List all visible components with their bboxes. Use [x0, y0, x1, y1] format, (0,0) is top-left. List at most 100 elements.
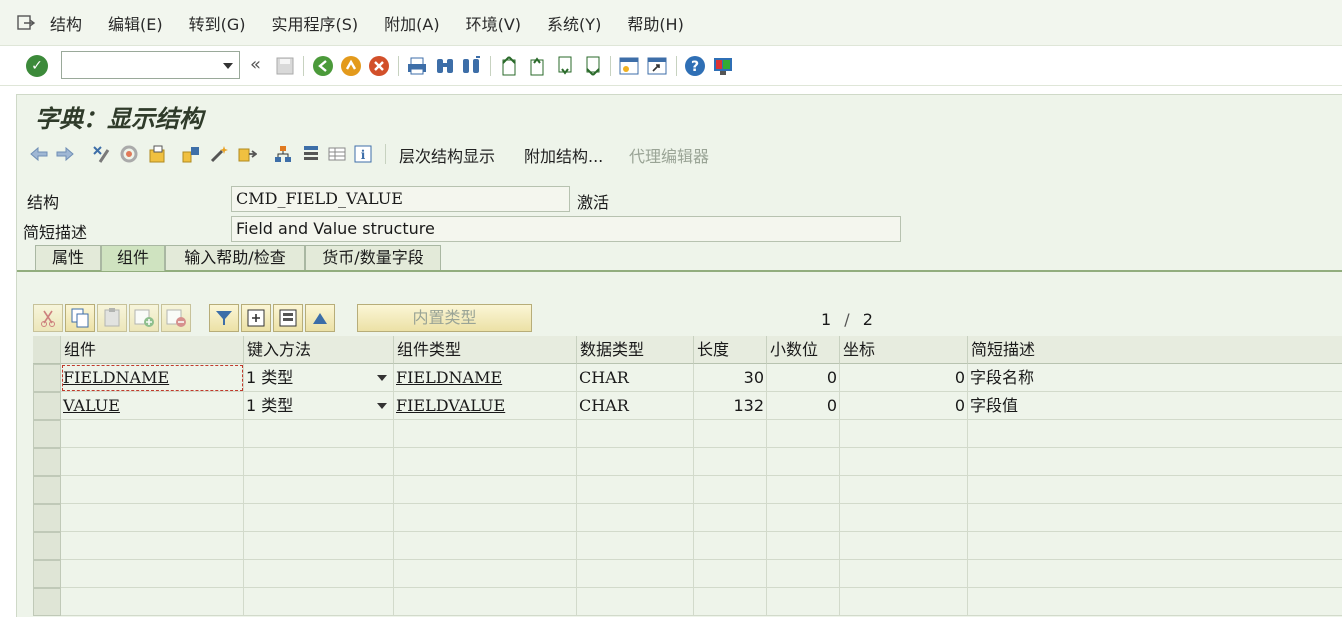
- column-header-typing-method[interactable]: 键入方法: [244, 336, 394, 364]
- system-menu-icon[interactable]: [16, 13, 36, 33]
- length-cell[interactable]: 132: [694, 392, 767, 420]
- empty-cell[interactable]: [577, 448, 694, 476]
- row-selector[interactable]: [33, 364, 61, 392]
- empty-cell[interactable]: [61, 448, 244, 476]
- help-icon[interactable]: ?: [684, 55, 706, 77]
- empty-cell[interactable]: [61, 504, 244, 532]
- empty-cell[interactable]: [968, 560, 1342, 588]
- component-cell[interactable]: FIELDNAME: [61, 364, 244, 392]
- decimals-cell[interactable]: 0: [767, 364, 840, 392]
- shortcut-icon[interactable]: [646, 55, 668, 77]
- empty-cell[interactable]: [61, 560, 244, 588]
- empty-cell[interactable]: [394, 560, 577, 588]
- select-all-header[interactable]: [33, 336, 61, 364]
- empty-cell[interactable]: [840, 476, 968, 504]
- empty-cell[interactable]: [394, 588, 577, 616]
- empty-cell[interactable]: [694, 560, 767, 588]
- empty-cell[interactable]: [61, 588, 244, 616]
- empty-cell[interactable]: [840, 532, 968, 560]
- description-cell[interactable]: 字段名称: [968, 364, 1342, 392]
- next-page-icon[interactable]: [554, 55, 576, 77]
- empty-cell[interactable]: [244, 532, 394, 560]
- proxy-editor-button[interactable]: 代理编辑器: [629, 143, 709, 167]
- empty-cell[interactable]: [394, 476, 577, 504]
- command-input[interactable]: [62, 52, 212, 78]
- insert-row-icon[interactable]: [129, 304, 159, 332]
- empty-cell[interactable]: [968, 532, 1342, 560]
- empty-cell[interactable]: [577, 420, 694, 448]
- empty-cell[interactable]: [61, 476, 244, 504]
- empty-cell[interactable]: [694, 448, 767, 476]
- empty-cell[interactable]: [244, 504, 394, 532]
- row-selector[interactable]: [33, 420, 61, 448]
- component-cell[interactable]: VALUE: [61, 392, 244, 420]
- display-change-icon[interactable]: [91, 144, 111, 164]
- empty-cell[interactable]: [767, 448, 840, 476]
- empty-cell[interactable]: [840, 504, 968, 532]
- description-cell[interactable]: 字段值: [968, 392, 1342, 420]
- empty-cell[interactable]: [244, 588, 394, 616]
- empty-cell[interactable]: [968, 504, 1342, 532]
- empty-cell[interactable]: [767, 504, 840, 532]
- data-type-cell[interactable]: CHAR: [577, 364, 694, 392]
- info-icon[interactable]: i: [353, 144, 373, 164]
- magic-wand-icon[interactable]: [209, 144, 229, 164]
- empty-cell[interactable]: [394, 504, 577, 532]
- empty-cell[interactable]: [244, 448, 394, 476]
- back-icon[interactable]: [312, 55, 334, 77]
- typing-dropdown-icon[interactable]: [377, 403, 387, 409]
- menu-goto[interactable]: 转到(G): [189, 11, 246, 35]
- typing-method-cell[interactable]: 1 类型: [244, 364, 394, 392]
- cut-icon[interactable]: [33, 304, 63, 332]
- column-header-description[interactable]: 简短描述: [968, 336, 1342, 364]
- empty-cell[interactable]: [694, 504, 767, 532]
- column-header-decimals[interactable]: 小数位: [767, 336, 840, 364]
- column-header-coordinate[interactable]: 坐标: [840, 336, 968, 364]
- empty-cell[interactable]: [577, 476, 694, 504]
- short-description-field[interactable]: Field and Value structure: [231, 216, 901, 242]
- collapse-tree-icon[interactable]: [305, 304, 335, 332]
- empty-cell[interactable]: [840, 560, 968, 588]
- empty-cell[interactable]: [767, 476, 840, 504]
- empty-cell[interactable]: [394, 420, 577, 448]
- empty-cell[interactable]: [577, 504, 694, 532]
- empty-cell[interactable]: [968, 448, 1342, 476]
- column-header-data-type[interactable]: 数据类型: [577, 336, 694, 364]
- tab-input-help[interactable]: 输入帮助/检查: [165, 245, 305, 271]
- tab-attributes[interactable]: 属性: [35, 245, 101, 271]
- list-icon[interactable]: [301, 144, 321, 164]
- copy-icon[interactable]: [65, 304, 95, 332]
- empty-cell[interactable]: [767, 560, 840, 588]
- hierarchy-display-button[interactable]: 层次结构显示: [399, 143, 495, 167]
- menu-extras[interactable]: 附加(A): [384, 11, 439, 35]
- empty-cell[interactable]: [767, 532, 840, 560]
- empty-cell[interactable]: [61, 532, 244, 560]
- menu-help[interactable]: 帮助(H): [627, 11, 684, 35]
- menu-structure[interactable]: 结构: [50, 11, 82, 35]
- empty-cell[interactable]: [694, 476, 767, 504]
- empty-cell[interactable]: [840, 588, 968, 616]
- empty-cell[interactable]: [694, 420, 767, 448]
- tab-currency-quantity[interactable]: 货币/数量字段: [305, 245, 441, 271]
- back-arrow-icon[interactable]: [29, 144, 49, 164]
- row-selector[interactable]: [33, 476, 61, 504]
- empty-cell[interactable]: [767, 588, 840, 616]
- find-next-icon[interactable]: [460, 55, 482, 77]
- previous-page-icon[interactable]: [526, 55, 548, 77]
- component-type-cell[interactable]: FIELDNAME: [394, 364, 577, 392]
- empty-cell[interactable]: [394, 448, 577, 476]
- column-header-component-type[interactable]: 组件类型: [394, 336, 577, 364]
- row-selector[interactable]: [33, 392, 61, 420]
- collapse-icon[interactable]: «: [250, 54, 261, 75]
- menu-system[interactable]: 系统(Y): [547, 11, 601, 35]
- row-selector[interactable]: [33, 448, 61, 476]
- empty-cell[interactable]: [968, 420, 1342, 448]
- empty-cell[interactable]: [577, 532, 694, 560]
- empty-cell[interactable]: [244, 420, 394, 448]
- hierarchy-icon[interactable]: [273, 144, 293, 164]
- empty-cell[interactable]: [394, 532, 577, 560]
- typing-method-cell[interactable]: 1 类型: [244, 392, 394, 420]
- column-header-length[interactable]: 长度: [694, 336, 767, 364]
- paste-icon[interactable]: [97, 304, 127, 332]
- empty-cell[interactable]: [244, 560, 394, 588]
